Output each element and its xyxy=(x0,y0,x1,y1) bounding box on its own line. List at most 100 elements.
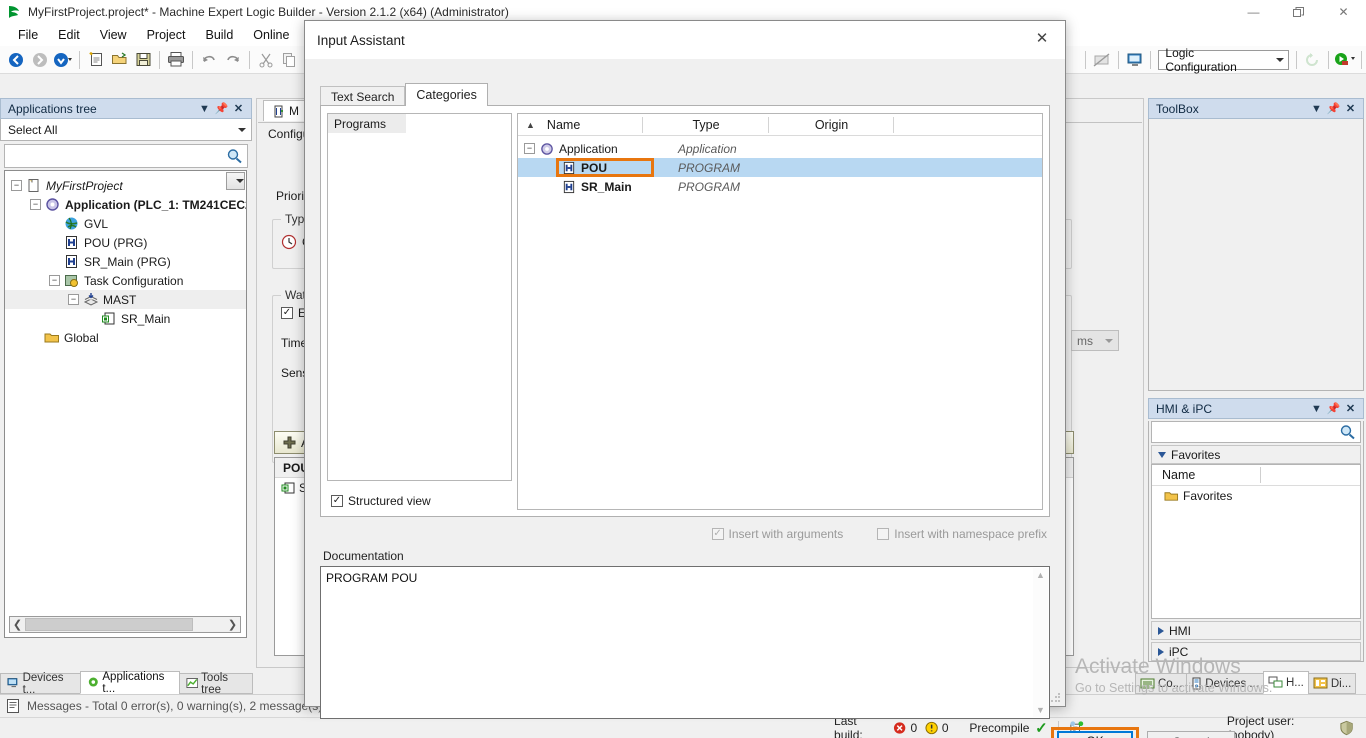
list-item-application[interactable]: − Application Application xyxy=(518,139,1042,158)
unit-value: ms xyxy=(1077,333,1093,348)
navigate-back-icon[interactable] xyxy=(4,48,28,72)
tree-search-input[interactable] xyxy=(4,144,248,168)
chevron-down-icon[interactable]: ▼ xyxy=(196,100,213,117)
editor-tab-mast[interactable]: M xyxy=(263,100,308,121)
save-icon[interactable] xyxy=(132,48,156,72)
chevron-down-icon[interactable]: ▼ xyxy=(1308,400,1325,417)
accordion-hmi[interactable]: HMI xyxy=(1151,621,1361,640)
applications-tree[interactable]: − MyFirstProject − Application (PLC_1: T… xyxy=(4,170,247,638)
structured-view-checkbox[interactable]: ✓ xyxy=(331,495,343,507)
cyclic-clock-icon xyxy=(281,234,297,250)
toolbar-separator xyxy=(1295,50,1297,69)
scrollbar-thumb[interactable] xyxy=(25,618,193,631)
item-list[interactable]: ▲ Name Type Origin − Application Applica… xyxy=(517,113,1043,510)
close-icon[interactable]: ✕ xyxy=(1342,100,1359,117)
tree-item-mast[interactable]: − MAST xyxy=(5,290,246,309)
pin-icon[interactable]: 📌 xyxy=(1325,100,1342,117)
accordion-favorites[interactable]: Favorites xyxy=(1151,445,1361,464)
pin-icon[interactable]: 📌 xyxy=(213,100,230,117)
run-icon[interactable] xyxy=(1333,48,1357,72)
list-item-pou[interactable]: POU PROGRAM xyxy=(518,158,1042,177)
menu-file[interactable]: File xyxy=(8,26,48,44)
expander-icon[interactable]: − xyxy=(524,143,535,154)
new-project-icon[interactable] xyxy=(84,48,108,72)
tree-item-global[interactable]: Global xyxy=(5,328,246,347)
close-button[interactable]: ✕ xyxy=(1321,0,1366,24)
ok-button[interactable]: OK xyxy=(1057,731,1133,738)
tab-display[interactable]: Di... xyxy=(1307,673,1357,694)
tab-categories[interactable]: Categories xyxy=(405,83,488,106)
toolbox-body xyxy=(1148,119,1364,391)
tree-item-pou[interactable]: POU (PRG) xyxy=(5,233,246,252)
resize-grip[interactable] xyxy=(1050,692,1062,704)
tab-text-search[interactable]: Text Search xyxy=(320,86,406,106)
tree-item-sr-main[interactable]: SR_Main (PRG) xyxy=(5,252,246,271)
item-name: SR_Main xyxy=(581,179,632,194)
expander-icon[interactable]: − xyxy=(11,180,22,191)
tree-item-application[interactable]: − Application (PLC_1: TM241CEC24T xyxy=(5,195,246,214)
ok-button-highlight: OK xyxy=(1051,727,1139,738)
tab-hmi-ipc[interactable]: H... xyxy=(1262,671,1309,694)
tab-applications-tree[interactable]: Applications t... xyxy=(79,671,180,695)
print-icon[interactable] xyxy=(164,48,188,72)
expander-icon[interactable]: − xyxy=(30,199,41,210)
input-assistant-dialog: Input Assistant ✕ Text Search Categories… xyxy=(304,20,1235,738)
menu-project[interactable]: Project xyxy=(137,26,196,44)
tree-item-myfirstproject[interactable]: − MyFirstProject xyxy=(5,176,246,195)
chevron-down-icon xyxy=(1275,57,1284,62)
tab-devices-tree[interactable]: Devices t... xyxy=(0,672,81,696)
device-view-icon[interactable] xyxy=(1123,48,1147,72)
scroll-up-icon[interactable]: ▲ xyxy=(1036,570,1045,580)
documentation-box[interactable]: PROGRAM POU ▲ ▼ xyxy=(320,566,1050,719)
chevron-down-icon[interactable]: ▼ xyxy=(1308,100,1325,117)
favorites-row[interactable]: Favorites xyxy=(1152,486,1360,506)
chevron-down-icon xyxy=(1158,451,1166,458)
select-all-combo[interactable]: Select All xyxy=(0,119,252,141)
tree-item-gvl[interactable]: GVL xyxy=(5,214,246,233)
favorites-list[interactable]: Name Favorites xyxy=(1151,464,1361,619)
menu-build[interactable]: Build xyxy=(195,26,243,44)
documentation-scrollbar[interactable]: ▲ ▼ xyxy=(1033,568,1048,717)
structured-view-row[interactable]: ✓ Structured view xyxy=(331,494,431,508)
tab-label: H... xyxy=(1285,676,1304,689)
list-item-sr-main[interactable]: SR_Main PROGRAM xyxy=(518,177,1042,196)
category-list[interactable]: Programs xyxy=(327,113,512,481)
toolbar-separator xyxy=(1117,50,1119,69)
tree-horizontal-scrollbar[interactable]: ❮ ❯ xyxy=(9,616,241,633)
hmi-search-input[interactable] xyxy=(1151,421,1361,443)
logic-configuration-combo[interactable]: Logic Configuration xyxy=(1158,46,1289,74)
tree-item-mast-sr-main[interactable]: SR_Main xyxy=(5,309,246,328)
warning-icon xyxy=(925,721,938,735)
tree-item-task-configuration[interactable]: − Task Configuration xyxy=(5,271,246,290)
column-name[interactable]: ▲ Name xyxy=(518,114,643,136)
close-icon[interactable]: ✕ xyxy=(1342,400,1359,417)
tree-options-dropdown[interactable] xyxy=(226,172,245,190)
scroll-left-icon[interactable]: ❮ xyxy=(10,618,25,631)
pin-icon[interactable]: 📌 xyxy=(1325,400,1342,417)
maximize-restore-button[interactable] xyxy=(1276,0,1321,24)
cancel-button[interactable]: Cancel xyxy=(1147,731,1235,738)
scroll-right-icon[interactable]: ❯ xyxy=(225,618,240,631)
accordion-ipc[interactable]: iPC xyxy=(1151,642,1361,661)
open-project-icon[interactable] xyxy=(108,48,132,72)
menu-edit[interactable]: Edit xyxy=(48,26,90,44)
close-icon[interactable]: ✕ xyxy=(1019,21,1065,55)
category-item-programs[interactable]: Programs xyxy=(328,114,406,133)
column-type[interactable]: Type xyxy=(643,114,769,136)
error-count: 0 xyxy=(910,721,918,735)
close-icon[interactable]: ✕ xyxy=(230,100,247,117)
scroll-down-icon[interactable]: ▼ xyxy=(1036,705,1045,715)
tab-controllers[interactable]: Co... xyxy=(1135,673,1188,694)
column-origin[interactable]: Origin xyxy=(769,114,894,136)
watchdog-enable-checkbox[interactable]: ✓ xyxy=(281,307,293,319)
expander-icon[interactable]: − xyxy=(68,294,79,305)
expander-icon[interactable]: − xyxy=(49,275,60,286)
minimize-button[interactable]: — xyxy=(1231,0,1276,24)
menu-online[interactable]: Online xyxy=(243,26,299,44)
tab-tools-tree[interactable]: Tools tree xyxy=(178,672,253,696)
menu-view[interactable]: View xyxy=(90,26,137,44)
pou-icon xyxy=(63,254,80,270)
tab-devices[interactable]: Devices ... xyxy=(1186,673,1264,694)
navigate-dropdown-icon[interactable] xyxy=(52,48,76,72)
sort-ascending-icon: ▲ xyxy=(526,119,535,130)
